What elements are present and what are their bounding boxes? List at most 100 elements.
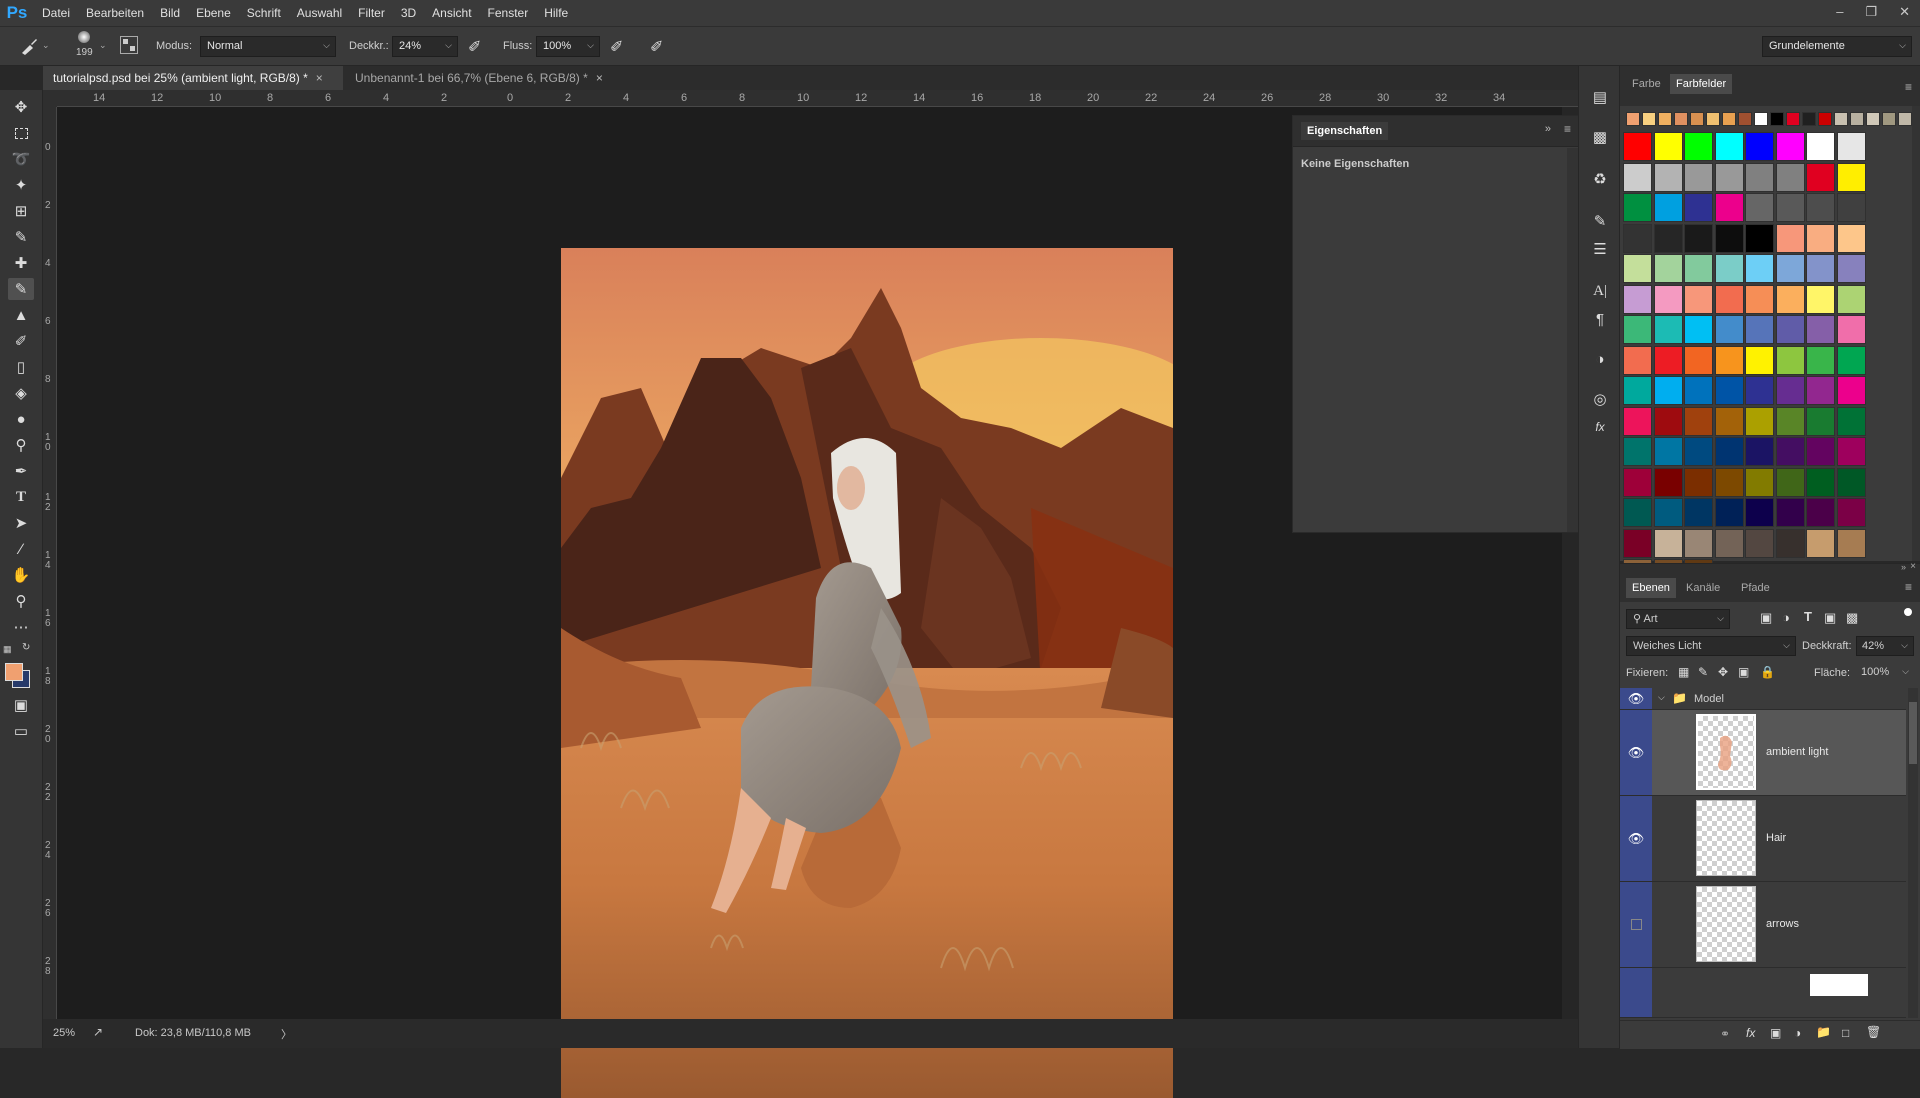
- visibility-eye-icon[interactable]: 👁: [1620, 796, 1652, 881]
- tab-unbenannt[interactable]: Unbenannt-1 bei 66,7% (Ebene 6, RGB/8) *…: [345, 66, 615, 90]
- color-swatch[interactable]: [1684, 162, 1713, 192]
- zoom-level[interactable]: 25%: [53, 1027, 75, 1039]
- color-swatch[interactable]: [1623, 284, 1652, 314]
- color-swatch[interactable]: [1806, 132, 1835, 161]
- color-swatch[interactable]: [1623, 528, 1652, 558]
- healing-brush-tool-icon[interactable]: ✚: [8, 252, 34, 274]
- chevron-down-icon[interactable]: ⌵: [1658, 692, 1665, 703]
- new-group-icon[interactable]: 📁: [1816, 1025, 1831, 1039]
- screen-mode-icon[interactable]: ▭: [8, 720, 34, 742]
- new-layer-icon[interactable]: □: [1842, 1026, 1849, 1040]
- paint-bucket-tool-icon[interactable]: ◈: [8, 382, 34, 404]
- brush-panel-icon[interactable]: [120, 36, 138, 54]
- color-swatch[interactable]: [1623, 315, 1652, 344]
- panel-menu-icon[interactable]: ≡: [1905, 80, 1912, 94]
- color-swatch[interactable]: [1775, 315, 1805, 344]
- chevron-down-icon[interactable]: ⌄: [42, 40, 50, 51]
- paragraph-icon[interactable]: ¶: [1588, 308, 1612, 330]
- recent-swatch[interactable]: [1834, 112, 1848, 126]
- panel-menu-icon[interactable]: ≡: [1564, 122, 1571, 136]
- recent-swatch[interactable]: [1642, 112, 1656, 126]
- color-swatch[interactable]: [1684, 528, 1713, 558]
- menu-auswahl[interactable]: Auswahl: [289, 6, 350, 20]
- brush-settings-icon[interactable]: ✎: [1588, 210, 1612, 232]
- color-swatch[interactable]: [1684, 467, 1713, 497]
- color-swatch[interactable]: [1775, 498, 1805, 527]
- color-swatch[interactable]: [1775, 254, 1805, 283]
- color-swatch[interactable]: [1806, 467, 1835, 497]
- recent-swatch[interactable]: [1850, 112, 1864, 126]
- more-tools-icon[interactable]: ⋯: [8, 616, 34, 638]
- swap-colors-icon[interactable]: ↻: [22, 642, 30, 653]
- recent-swatch[interactable]: [1786, 112, 1800, 126]
- color-swatch[interactable]: [1775, 528, 1805, 558]
- color-swatch[interactable]: [1653, 528, 1683, 558]
- swatches-scrollbar[interactable]: [1912, 106, 1920, 561]
- crop-tool-icon[interactable]: ⊞: [8, 200, 34, 222]
- trash-icon[interactable]: 🗑: [1866, 1025, 1881, 1039]
- color-swatch[interactable]: [1653, 315, 1683, 344]
- recent-swatch[interactable]: [1754, 112, 1768, 126]
- path-selection-tool-icon[interactable]: ➤: [8, 512, 34, 534]
- color-swatch[interactable]: [1806, 406, 1835, 436]
- color-swatch[interactable]: [1684, 315, 1713, 344]
- color-swatch[interactable]: [1653, 254, 1683, 283]
- color-swatch[interactable]: [1714, 193, 1744, 222]
- marquee-tool-icon[interactable]: [8, 122, 34, 144]
- recent-swatch[interactable]: [1770, 112, 1784, 126]
- color-swatch[interactable]: [1653, 406, 1683, 436]
- color-swatch[interactable]: [1653, 162, 1683, 192]
- history-icon[interactable]: ▤: [1588, 86, 1612, 108]
- lasso-tool-icon[interactable]: ➰: [8, 148, 34, 170]
- menu-filter[interactable]: Filter: [350, 6, 393, 20]
- color-swatch[interactable]: [1806, 254, 1835, 283]
- panel-menu-icon[interactable]: ≡: [1905, 580, 1912, 594]
- color-swatch[interactable]: [1714, 223, 1744, 253]
- menu-schrift[interactable]: Schrift: [239, 6, 289, 20]
- color-swatch[interactable]: [1836, 437, 1866, 466]
- color-swatch[interactable]: [1836, 193, 1866, 222]
- magic-wand-tool-icon[interactable]: ✦: [8, 174, 34, 196]
- layers-scrollbar[interactable]: [1908, 688, 1918, 1018]
- color-swatch[interactable]: [1836, 498, 1866, 527]
- collapse-icon[interactable]: »: [1901, 562, 1906, 572]
- color-swatch[interactable]: [1745, 437, 1774, 466]
- restore-icon[interactable]: ❐: [1865, 4, 1877, 20]
- color-swatch[interactable]: [1775, 223, 1805, 253]
- color-swatch[interactable]: [1745, 132, 1774, 161]
- opacity-field[interactable]: 24% ⌵: [392, 36, 458, 57]
- blend-mode-select[interactable]: Weiches Licht ⌵: [1626, 636, 1796, 656]
- history-brush-tool-icon[interactable]: ✐: [8, 330, 34, 352]
- color-swatch[interactable]: [1745, 345, 1774, 375]
- lock-pixels-icon[interactable]: ✎: [1698, 665, 1708, 679]
- color-swatch[interactable]: [1806, 376, 1835, 405]
- color-swatch[interactable]: [1745, 193, 1774, 222]
- color-swatch[interactable]: [1775, 284, 1805, 314]
- color-swatch[interactable]: [1836, 254, 1866, 283]
- layer-hair[interactable]: 👁 Hair: [1620, 796, 1906, 882]
- color-swatch[interactable]: [1775, 467, 1805, 497]
- color-swatch[interactable]: [1836, 345, 1866, 375]
- fill-field[interactable]: 100% ⌵: [1856, 663, 1914, 683]
- line-tool-icon[interactable]: ∕: [8, 538, 34, 560]
- color-swatch[interactable]: [1623, 345, 1652, 375]
- recent-swatch[interactable]: [1898, 112, 1912, 126]
- color-swatch[interactable]: [1775, 437, 1805, 466]
- lock-transparency-icon[interactable]: ▦: [1678, 665, 1689, 679]
- recent-swatch[interactable]: [1626, 112, 1640, 126]
- color-swatch[interactable]: [1714, 132, 1744, 161]
- airbrush-icon[interactable]: ✐: [610, 37, 623, 57]
- color-swatch[interactable]: [1653, 345, 1683, 375]
- color-swatch[interactable]: [1653, 223, 1683, 253]
- color-swatch[interactable]: [1806, 162, 1835, 192]
- color-swatch[interactable]: [1745, 498, 1774, 527]
- color-swatch[interactable]: [1836, 132, 1866, 161]
- menu-ansicht[interactable]: Ansicht: [424, 6, 479, 20]
- color-swatch[interactable]: [1775, 132, 1805, 161]
- properties-icon[interactable]: ▩: [1588, 126, 1612, 148]
- type-tool-icon[interactable]: T: [8, 486, 34, 508]
- character-icon[interactable]: A|: [1588, 280, 1612, 302]
- color-swatch[interactable]: [1836, 376, 1866, 405]
- filter-type-icon[interactable]: T: [1804, 609, 1812, 624]
- eyedropper-tool-icon[interactable]: ✎: [8, 226, 34, 248]
